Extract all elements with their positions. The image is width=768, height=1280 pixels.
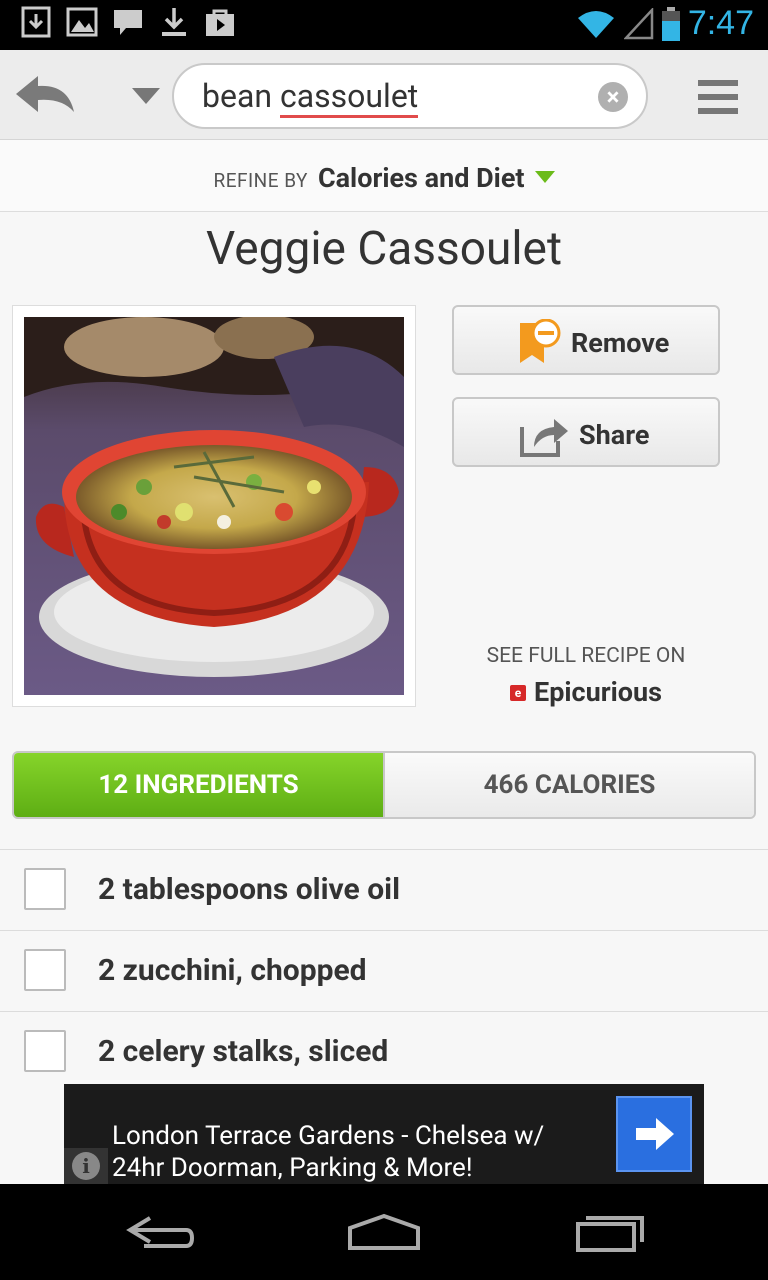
ad-info-icon[interactable]: i bbox=[64, 1148, 108, 1184]
shopping-bag-icon bbox=[206, 9, 234, 36]
nav-back-icon[interactable] bbox=[120, 1210, 200, 1254]
see-full-recipe-label: SEE FULL RECIPE ON bbox=[486, 644, 686, 668]
recipe-source-name: Epicurious bbox=[534, 676, 662, 708]
bookmark-remove-icon bbox=[520, 319, 561, 363]
ingredient-checkbox[interactable] bbox=[24, 1030, 66, 1072]
misspelled-word: cassoulet bbox=[279, 77, 419, 118]
list-item: 2 zucchini, chopped bbox=[0, 930, 768, 1011]
refine-by-label: REFINE BY bbox=[213, 169, 308, 192]
list-item: 2 celery stalks, sliced bbox=[0, 1011, 768, 1092]
ingredient-checkbox[interactable] bbox=[24, 949, 66, 991]
wifi-icon bbox=[577, 10, 614, 38]
ad-banner[interactable]: London Terrace Gardens - Chelsea w/ 24hr… bbox=[64, 1084, 704, 1184]
recipe-photo-frame bbox=[12, 305, 416, 707]
list-item: 2 tablespoons olive oil bbox=[0, 849, 768, 930]
share-button-label: Share bbox=[579, 419, 650, 451]
remove-button[interactable]: Remove bbox=[452, 305, 720, 375]
nav-recents-icon[interactable] bbox=[572, 1210, 652, 1254]
clear-search-icon[interactable]: × bbox=[598, 82, 628, 112]
ingredients-list: 2 tablespoons olive oil 2 zucchini, chop… bbox=[0, 849, 768, 1092]
refine-by-value: Calories and Diet bbox=[317, 162, 525, 194]
download-notification-icon bbox=[21, 6, 51, 38]
status-bar: 7:47 bbox=[0, 0, 768, 50]
refine-by-filter[interactable]: REFINE BY Calories and Diet bbox=[0, 140, 768, 212]
ingredient-text: 2 tablespoons olive oil bbox=[98, 872, 401, 907]
search-toolbar: bean cassoulet × bbox=[0, 50, 768, 140]
ingredient-checkbox[interactable] bbox=[24, 868, 66, 910]
signal-icon bbox=[623, 7, 654, 39]
nav-home-icon[interactable] bbox=[344, 1210, 424, 1254]
menu-icon[interactable] bbox=[698, 80, 738, 116]
chat-notification-icon bbox=[114, 10, 142, 35]
ad-arrow-button[interactable] bbox=[616, 1096, 692, 1172]
back-icon[interactable] bbox=[12, 72, 80, 118]
image-notification-icon bbox=[66, 7, 98, 37]
recipe-title: Veggie Cassoulet bbox=[205, 222, 562, 276]
recipe-tabs: 12 INGREDIENTS 466 CALORIES bbox=[12, 751, 756, 819]
clock: 7:47 bbox=[687, 4, 754, 42]
recipe-photo[interactable] bbox=[24, 317, 404, 695]
recipe-source-link[interactable]: e Epicurious bbox=[440, 676, 732, 708]
search-history-dropdown-icon[interactable] bbox=[132, 88, 160, 104]
ingredient-text: 2 zucchini, chopped bbox=[98, 953, 367, 988]
tab-calories[interactable]: 466 CALORIES bbox=[383, 753, 754, 817]
ad-text: London Terrace Gardens - Chelsea w/ 24hr… bbox=[112, 1121, 545, 1183]
share-icon bbox=[520, 419, 568, 457]
epicurious-logo-icon: e bbox=[510, 685, 526, 701]
search-input[interactable]: bean cassoulet × bbox=[172, 63, 648, 129]
arrow-right-icon bbox=[636, 1118, 674, 1150]
download-complete-icon bbox=[162, 8, 186, 36]
share-button[interactable]: Share bbox=[452, 397, 720, 467]
remove-button-label: Remove bbox=[571, 327, 670, 359]
search-query-text: bean cassoulet bbox=[202, 77, 419, 118]
chevron-down-icon bbox=[534, 171, 555, 183]
tab-ingredients[interactable]: 12 INGREDIENTS bbox=[14, 753, 383, 817]
ingredient-text: 2 celery stalks, sliced bbox=[98, 1034, 389, 1069]
battery-icon bbox=[661, 6, 680, 41]
system-nav-bar bbox=[0, 1184, 768, 1280]
